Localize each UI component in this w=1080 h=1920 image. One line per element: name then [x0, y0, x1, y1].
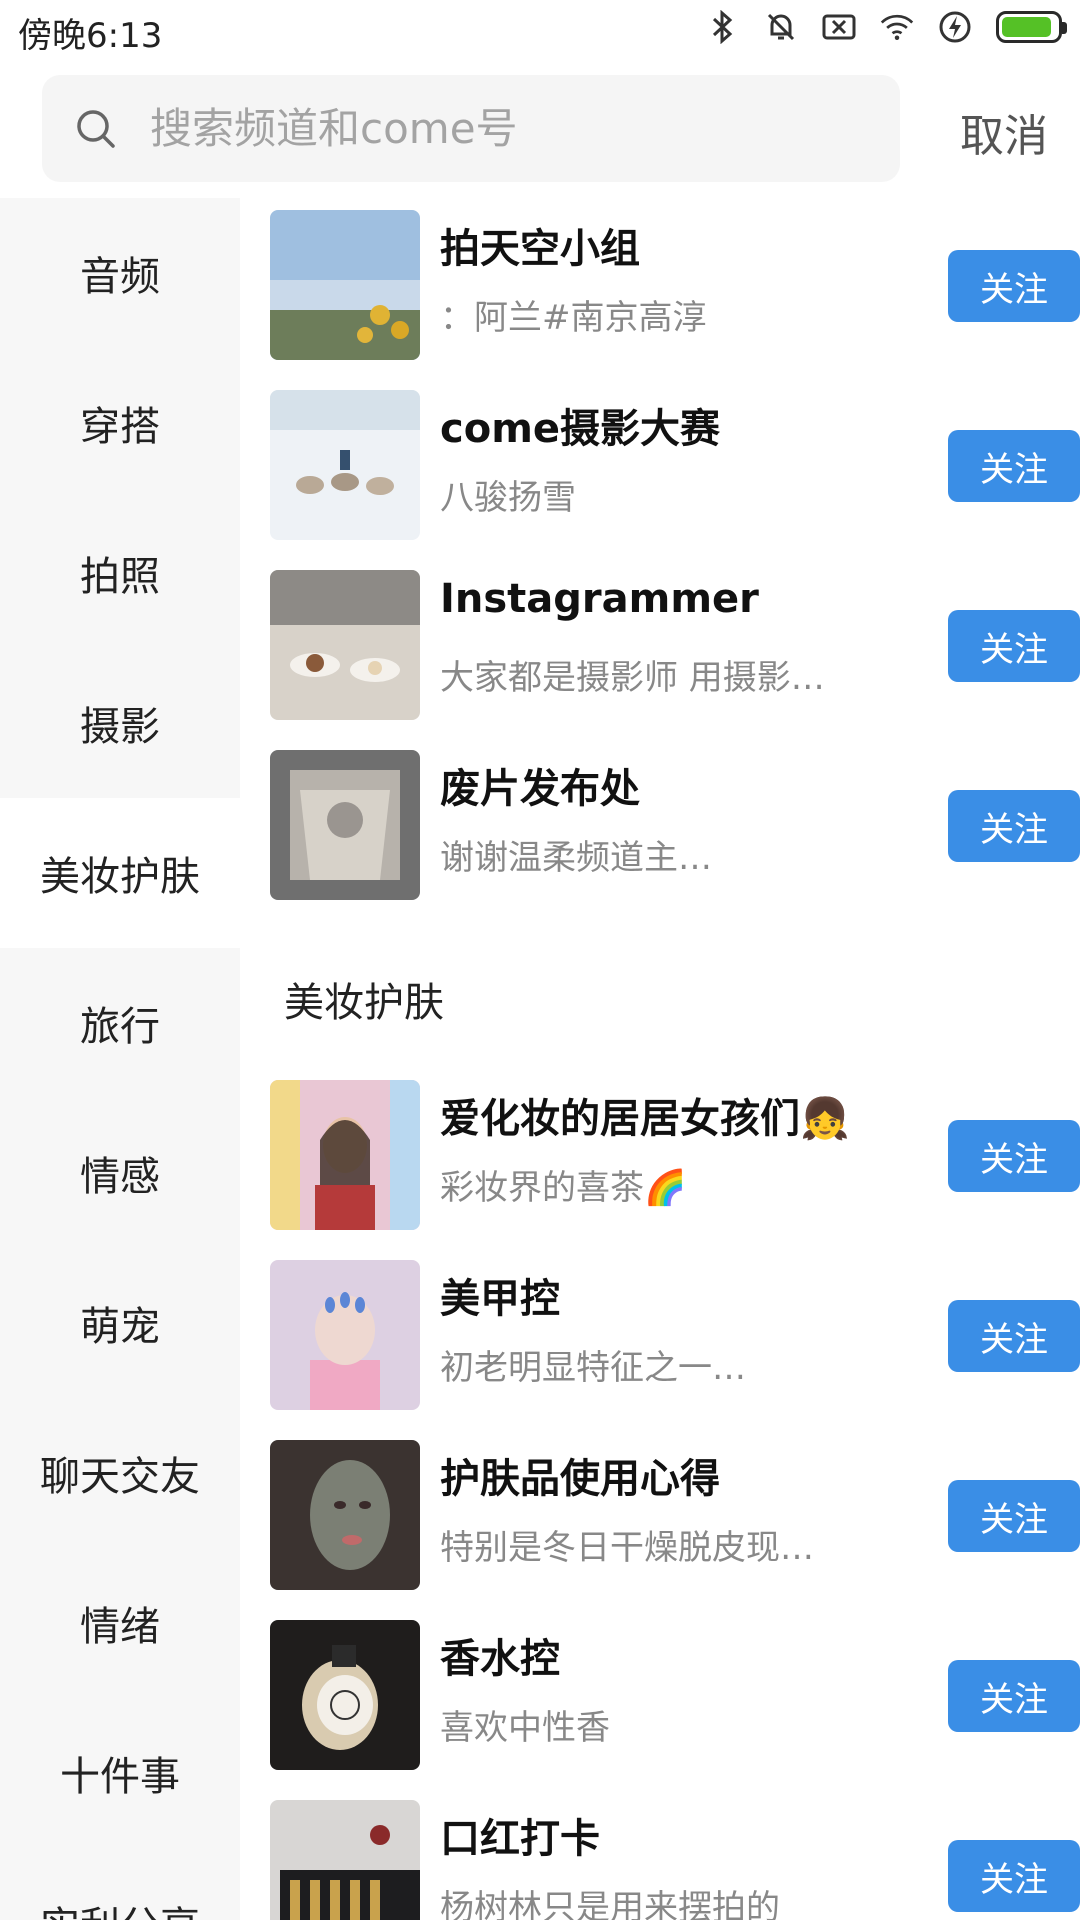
channel-row[interactable]: 护肤品使用心得 特别是冬日干燥脱皮现… 关注 — [270, 1428, 1080, 1590]
channel-desc: ：阿兰#南京高淳 — [440, 298, 707, 338]
status-time: 傍晚6:13 — [18, 16, 163, 56]
sidebar-item-audio[interactable]: 音频 — [0, 198, 240, 348]
channel-row[interactable]: 口红打卡 杨树林只是用来摆拍的 关注 — [270, 1788, 1080, 1920]
channel-title: 美甲控 — [440, 1276, 560, 1322]
channel-desc: 杨树林只是用来摆拍的 — [440, 1888, 780, 1920]
channel-title: 废片发布处 — [440, 766, 640, 812]
channel-thumbnail — [270, 1080, 420, 1230]
battery-icon — [996, 11, 1067, 43]
sidebar-item-mood[interactable]: 情绪 — [0, 1548, 240, 1698]
channel-thumbnail — [270, 570, 420, 720]
follow-button[interactable]: 关注 — [948, 790, 1080, 862]
channel-title: Instagrammer — [440, 576, 759, 622]
channel-desc: 初老明显特征之一… — [440, 1348, 746, 1388]
channel-row[interactable]: 废片发布处 谢谢温柔频道主… 关注 — [270, 738, 1080, 900]
flash-icon — [938, 10, 972, 44]
channel-row[interactable]: 爱化妆的居居女孩们👧 彩妆界的喜茶🌈 关注 — [270, 1068, 1080, 1230]
channel-title: 爱化妆的居居女孩们👧 — [440, 1096, 850, 1142]
follow-button[interactable]: 关注 — [948, 1840, 1080, 1912]
wifi-icon — [880, 10, 914, 44]
sidebar-item-emotion[interactable]: 情感 — [0, 1098, 240, 1248]
channel-row[interactable]: 美甲控 初老明显特征之一… 关注 — [270, 1248, 1080, 1410]
sidebar-item-pets[interactable]: 萌宠 — [0, 1248, 240, 1398]
channel-desc: 八骏扬雪 — [440, 478, 576, 518]
sidebar-item-taking-photos[interactable]: 拍照 — [0, 498, 240, 648]
sidebar-item-ten-things[interactable]: 十件事 — [0, 1698, 240, 1848]
follow-button[interactable]: 关注 — [948, 1120, 1080, 1192]
battery-level — [1002, 17, 1051, 37]
channel-desc: 喜欢中性香 — [440, 1708, 610, 1748]
channel-thumbnail — [270, 210, 420, 360]
channel-title: 护肤品使用心得 — [440, 1456, 720, 1502]
sidebar-item-beauty-skincare[interactable]: 美妆护肤 — [0, 798, 240, 948]
channel-row[interactable]: 拍天空小组 ：阿兰#南京高淳 关注 — [270, 198, 1080, 360]
follow-button[interactable]: 关注 — [948, 1300, 1080, 1372]
channel-thumbnail — [270, 1260, 420, 1410]
alarm-off-icon — [764, 10, 798, 44]
channel-list: 拍天空小组 ：阿兰#南京高淳 关注 come摄影大赛 八骏扬雪 关注 Insta… — [240, 198, 1080, 1920]
follow-button[interactable]: 关注 — [948, 1480, 1080, 1552]
bluetooth-icon — [706, 10, 740, 44]
sidebar-item-sharing[interactable]: 实利分享 — [0, 1848, 240, 1920]
channel-title: 拍天空小组 — [440, 226, 640, 272]
channel-desc: 大家都是摄影师 用摄影… — [440, 658, 825, 698]
sidebar-item-photography[interactable]: 摄影 — [0, 648, 240, 798]
channel-row[interactable]: 香水控 喜欢中性香 关注 — [270, 1608, 1080, 1770]
channel-desc: 谢谢温柔频道主… — [440, 838, 712, 878]
follow-button[interactable]: 关注 — [948, 1660, 1080, 1732]
section-title: 美妆护肤 — [284, 980, 444, 1026]
sidebar-item-chat-friends[interactable]: 聊天交友 — [0, 1398, 240, 1548]
follow-button[interactable]: 关注 — [948, 430, 1080, 502]
channel-row[interactable]: come摄影大赛 八骏扬雪 关注 — [270, 378, 1080, 540]
category-sidebar: 音频 穿搭 拍照 摄影 美妆护肤 旅行 情感 萌宠 聊天交友 情绪 十件事 实利… — [0, 198, 240, 1920]
channel-thumbnail — [270, 390, 420, 540]
channel-title: 香水控 — [440, 1636, 560, 1682]
status-bar: 傍晚6:13 — [0, 0, 1080, 62]
follow-button[interactable]: 关注 — [948, 610, 1080, 682]
channel-title: come摄影大赛 — [440, 406, 720, 452]
channel-thumbnail — [270, 750, 420, 900]
channel-desc: 特别是冬日干燥脱皮现… — [440, 1528, 814, 1568]
cancel-button[interactable]: 取消 — [960, 100, 1048, 164]
search-icon — [77, 109, 115, 148]
search-bar — [42, 75, 900, 182]
channel-title: 口红打卡 — [440, 1816, 600, 1862]
follow-button[interactable]: 关注 — [948, 250, 1080, 322]
channel-row[interactable]: Instagrammer 大家都是摄影师 用摄影… 关注 — [270, 558, 1080, 720]
sim-off-icon — [822, 10, 856, 44]
sidebar-item-travel[interactable]: 旅行 — [0, 948, 240, 1098]
channel-search-page: 傍晚6:13 取 — [0, 0, 1080, 1920]
channel-thumbnail — [270, 1440, 420, 1590]
sidebar-item-outfits[interactable]: 穿搭 — [0, 348, 240, 498]
status-icons — [706, 10, 1067, 44]
search-input[interactable] — [148, 103, 852, 154]
channel-desc: 彩妆界的喜茶🌈 — [440, 1168, 687, 1208]
channel-thumbnail — [270, 1620, 420, 1770]
channel-thumbnail — [270, 1800, 420, 1920]
